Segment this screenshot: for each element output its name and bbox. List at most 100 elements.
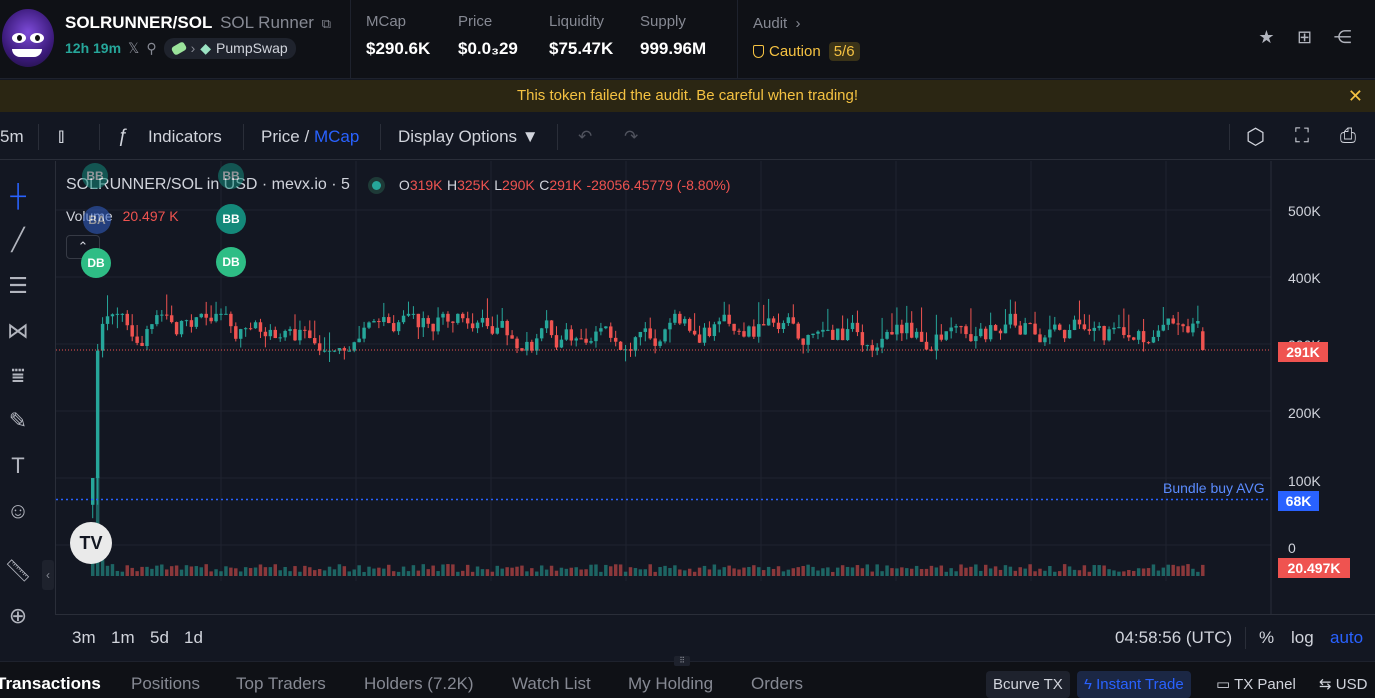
- search-icon[interactable]: ⚲: [146, 40, 156, 57]
- trendline-icon[interactable]: ╱: [3, 225, 33, 255]
- camera-icon[interactable]: ⎙: [1340, 113, 1356, 160]
- tab-watch-list[interactable]: Watch List: [512, 674, 591, 694]
- tab-orders[interactable]: Orders: [751, 674, 803, 694]
- fullscreen-icon[interactable]: ⛶: [1295, 113, 1309, 160]
- bcurve-tx-button[interactable]: Bcurve TX: [986, 671, 1070, 698]
- collapse-toolbar-button[interactable]: ‹: [42, 560, 54, 590]
- volume-bar: [900, 567, 904, 576]
- volume-bar: [278, 570, 282, 576]
- star-icon[interactable]: ★: [1256, 27, 1277, 48]
- text-icon[interactable]: T: [3, 451, 33, 481]
- crosshair-icon[interactable]: ┼: [3, 181, 33, 211]
- range-1d[interactable]: 1d: [184, 615, 203, 661]
- chart-area[interactable]: [55, 161, 1375, 614]
- legend-high: 325K: [457, 177, 490, 193]
- bundle-buy-marker[interactable]: BB: [82, 163, 108, 189]
- candle-body: [120, 313, 125, 315]
- candle-body: [436, 317, 440, 332]
- function-icon[interactable]: ƒ: [118, 113, 129, 160]
- volume-bar: [130, 567, 134, 576]
- tab-top-traders[interactable]: Top Traders: [236, 674, 326, 694]
- candle-body: [880, 338, 884, 348]
- emoji-icon[interactable]: ☺: [3, 496, 33, 526]
- candle-body: [1008, 313, 1013, 325]
- indicators-button[interactable]: Indicators: [148, 113, 222, 160]
- candle-body: [816, 331, 820, 334]
- volume-bar: [786, 569, 791, 576]
- chart-time[interactable]: 04:58:56 (UTC): [1115, 615, 1232, 661]
- redo-icon[interactable]: ↷: [624, 113, 638, 160]
- percent-scale-toggle[interactable]: %: [1259, 615, 1274, 661]
- volume-bar: [1131, 570, 1136, 576]
- dev-buy-marker[interactable]: DB: [216, 247, 246, 277]
- tab-transactions[interactable]: Transactions: [0, 674, 101, 694]
- instant-trade-button[interactable]: ϟ Instant Trade: [1077, 671, 1191, 698]
- range-5d[interactable]: 5d: [150, 615, 169, 661]
- stat-value: $0.0₃29: [458, 39, 518, 58]
- volume-bar: [609, 566, 613, 576]
- volume-bar: [875, 564, 879, 576]
- last-price-tag: 291K: [1278, 342, 1328, 362]
- dev-buy-marker[interactable]: DB: [81, 248, 111, 278]
- price-option[interactable]: Price: [261, 127, 300, 146]
- candle-body: [1146, 342, 1151, 344]
- candle-body: [831, 329, 835, 340]
- chart-add-icon[interactable]: ⊞: [1294, 27, 1315, 48]
- audit-link[interactable]: Audit ›: [753, 15, 801, 32]
- volume-bar: [1033, 571, 1037, 576]
- display-options-button[interactable]: Display Options ▼: [398, 113, 539, 160]
- candle-body: [347, 350, 352, 352]
- bundle-buy-marker[interactable]: BB: [216, 204, 246, 234]
- audit-status[interactable]: Caution 5/6: [753, 42, 860, 61]
- tab-holders[interactable]: Holders (7.2K): [364, 674, 474, 694]
- ruler-icon[interactable]: 📏︎: [3, 556, 33, 586]
- y-tick: 500K: [1288, 203, 1321, 219]
- interval-selector[interactable]: 5m: [0, 113, 24, 160]
- fib-icon[interactable]: ⩸: [3, 361, 33, 391]
- volume-bar: [658, 567, 662, 576]
- volume-bar: [298, 571, 302, 576]
- candle-body: [900, 324, 904, 334]
- pattern-icon[interactable]: ⋈: [3, 316, 33, 346]
- stat-value: $75.47K: [549, 39, 614, 58]
- price-chart[interactable]: [56, 161, 1375, 614]
- tx-panel-button[interactable]: ▭ TX Panel: [1209, 671, 1303, 698]
- candle-body: [584, 338, 588, 343]
- close-icon[interactable]: ✕: [1348, 80, 1363, 112]
- zoom-in-icon[interactable]: ⊕: [3, 601, 33, 631]
- token-avatar[interactable]: [2, 9, 54, 67]
- candle-type-icon[interactable]: ⫾: [58, 113, 64, 160]
- x-twitter-icon[interactable]: 𝕏: [128, 40, 139, 57]
- mcap-option[interactable]: MCap: [314, 127, 359, 146]
- range-3m[interactable]: 3m: [72, 615, 96, 661]
- bundle-marker[interactable]: BA: [83, 206, 111, 234]
- undo-icon[interactable]: ↶: [578, 113, 592, 160]
- legend-low: 290K: [502, 177, 535, 193]
- brush-icon[interactable]: ✎: [3, 406, 33, 436]
- candle-body: [1102, 326, 1106, 341]
- auto-scale-toggle[interactable]: auto: [1330, 615, 1363, 661]
- warning-text: This token failed the audit. Be careful …: [516, 87, 859, 104]
- drag-handle-icon[interactable]: ⠿: [674, 656, 690, 666]
- copy-icon[interactable]: ⧉: [322, 16, 331, 31]
- dex-pill[interactable]: › ◆ PumpSwap: [163, 37, 296, 59]
- tab-my-holding[interactable]: My Holding: [628, 674, 713, 694]
- volume-bar: [436, 571, 440, 576]
- share-icon[interactable]: ⋲: [1332, 27, 1353, 48]
- log-scale-toggle[interactable]: log: [1291, 615, 1314, 661]
- volume-bar: [934, 567, 939, 576]
- candle-body: [766, 318, 771, 326]
- token-name: SOL Runner: [220, 13, 314, 32]
- settings-icon[interactable]: ⬡: [1246, 113, 1265, 160]
- price-mcap-toggle[interactable]: Price / MCap: [261, 113, 359, 160]
- range-1m[interactable]: 1m: [111, 615, 135, 661]
- horizontal-lines-icon[interactable]: ☰: [3, 271, 33, 301]
- tradingview-logo[interactable]: TV: [70, 522, 112, 564]
- volume-bar: [283, 566, 287, 576]
- currency-toggle[interactable]: ⇆ USD: [1312, 671, 1374, 698]
- candle-body: [184, 320, 189, 322]
- candle-body: [288, 329, 292, 331]
- tab-positions[interactable]: Positions: [131, 674, 200, 694]
- candle-body: [441, 313, 445, 318]
- bundle-buy-marker[interactable]: BB: [218, 163, 244, 189]
